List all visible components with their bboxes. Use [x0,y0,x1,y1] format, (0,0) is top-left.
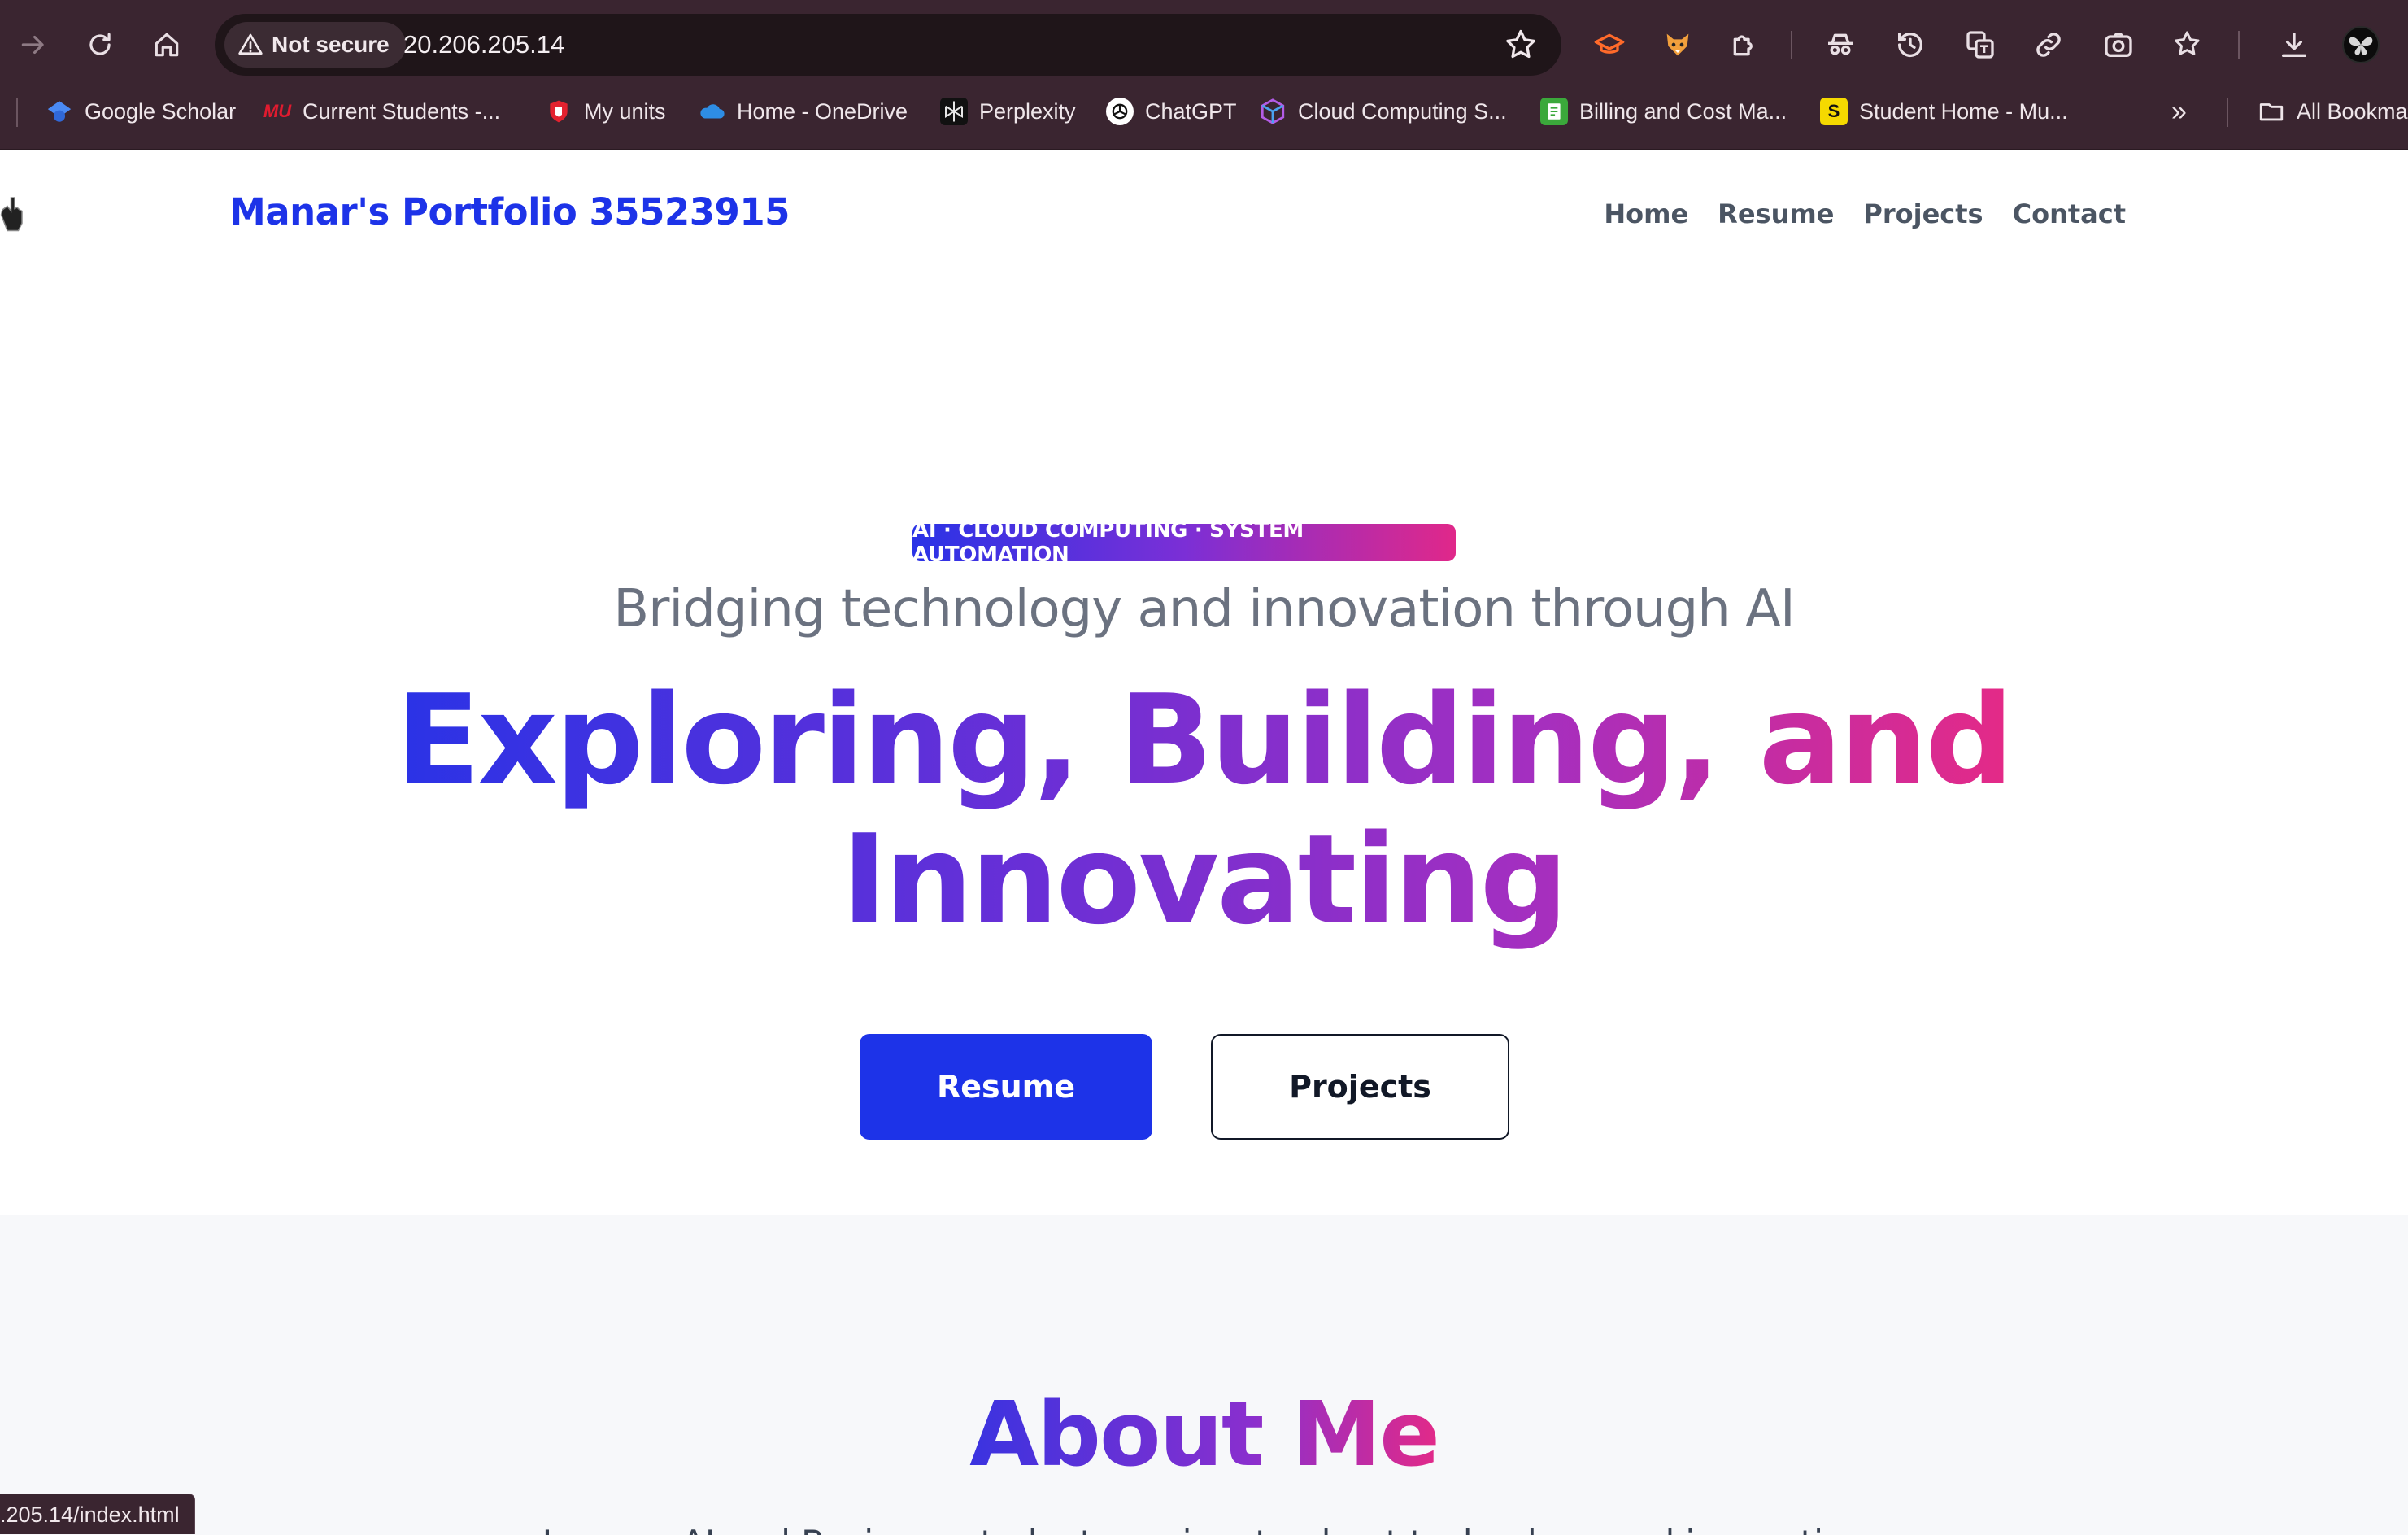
headline-line-1: Exploring, Building, and [395,668,2012,812]
google-scholar-icon [46,98,73,125]
butterfly-icon [2349,37,2373,55]
reload-icon [89,33,111,55]
warning-icon [238,33,263,55]
hero-subtitle: Bridging technology and innovation throu… [613,579,1796,639]
favorites-button[interactable] [2166,23,2210,67]
translate-button[interactable] [1958,23,2002,67]
hero-section: AI · CLOUD COMPUTING · SYSTEM AUTOMATION… [0,280,2408,1215]
more-bookmarks-button[interactable]: » [2171,89,2187,133]
bookmark-star-icon[interactable] [1503,27,1539,63]
resume-button[interactable]: Resume [860,1034,1152,1140]
bookmark-label: Google Scholar [85,98,237,124]
bookmark-billing[interactable]: Billing and Cost Ma... [1540,89,1787,133]
address-bar[interactable]: Not secure 20.206.205.14 [215,14,1561,76]
toolbar-divider [1791,31,1792,59]
download-icon [2282,33,2306,58]
folder-icon [2259,103,2284,121]
browser-toolbar: Not secure 20.206.205.14 [0,0,2408,89]
bookmark-onedrive[interactable]: Home - OneDrive [698,89,908,133]
headline-line-2: Innovating [841,808,1566,952]
screenshot-button[interactable] [2097,23,2140,67]
profile-avatar[interactable] [2342,26,2380,63]
graduation-cap-icon [1594,33,1625,54]
toolbar-divider [2238,31,2240,59]
bookmark-label: ChatGPT [1145,98,1237,124]
bookmark-label: Student Home - Mu... [1859,98,2068,124]
puzzle-icon [1733,35,1753,56]
site-brand[interactable]: Manar's Portfolio 35523915 [229,190,790,233]
bookmarks-bar: Google Scholar MU Current Students -... … [0,89,2408,150]
main-nav: Home Resume Projects Contact [1604,198,2126,229]
extensions-button[interactable] [1722,23,1766,67]
bookmark-label: Home - OneDrive [737,98,908,124]
hero-headline: Exploring, Building, and Innovating [390,670,2017,950]
bookmark-label: My units [584,98,666,124]
bookmark-label: Cloud Computing S... [1298,98,1507,124]
hero-tag-badge: AI · CLOUD COMPUTING · SYSTEM AUTOMATION [912,518,1456,567]
security-label: Not secure [272,32,390,57]
nav-contact[interactable]: Contact [2013,198,2126,229]
bookmark-perplexity[interactable]: Perplexity [940,89,1076,133]
bookmark-my-units[interactable]: My units [545,89,666,133]
onedrive-icon [698,98,725,125]
chatgpt-icon [1106,98,1134,125]
arrow-right-icon [21,35,44,55]
perplexity-icon [940,98,968,125]
incognito-icon [1828,33,1853,55]
about-section: About Me I am an AI and Business student… [0,1215,2408,1535]
incognito-button[interactable] [1818,23,1862,67]
home-icon [155,33,179,57]
bookmark-student-home[interactable]: S Student Home - Mu... [1820,89,2068,133]
projects-button[interactable]: Projects [1211,1034,1509,1140]
link-icon [2036,33,2061,57]
home-button[interactable] [145,23,189,67]
site-header: Manar's Portfolio 35523915 Home Resume P… [0,150,2408,280]
star-list-icon [2175,31,2200,55]
web-page: Manar's Portfolio 35523915 Home Resume P… [0,150,2408,1535]
mu-icon: MU [263,101,292,121]
nav-resume[interactable]: Resume [1718,198,1834,229]
nav-home[interactable]: Home [1604,198,1688,229]
bookmark-chatgpt[interactable]: ChatGPT [1106,89,1237,133]
forward-button[interactable] [11,23,55,67]
fox-extension-icon[interactable] [1656,23,1700,67]
fox-icon [1666,33,1689,56]
status-bar-url: .205.14/index.html [0,1494,195,1534]
copy-link-button[interactable] [2027,23,2071,67]
bookmark-label: Billing and Cost Ma... [1579,98,1787,124]
billing-icon [1540,98,1568,125]
all-bookmarks-button[interactable]: All Bookma [2258,89,2408,133]
about-title-text: About Me [969,1382,1440,1486]
shield-icon [545,98,573,125]
bookmark-cloud-computing[interactable]: Cloud Computing S... [1259,89,1507,133]
url-text[interactable]: 20.206.205.14 [403,14,564,76]
all-bookmarks-label: All Bookma [2297,98,2408,124]
bookmarks-divider [16,98,18,127]
downloads-button[interactable] [2272,23,2316,67]
bookmarks-divider [2227,98,2228,127]
cube-icon [1259,98,1287,125]
history-button[interactable] [1888,23,1932,67]
scholar-extension-icon[interactable] [1587,23,1631,67]
history-icon [1898,33,1922,58]
bookmark-label: Perplexity [979,98,1076,124]
nav-projects[interactable]: Projects [1863,198,1983,229]
translate-icon [1966,31,1994,59]
camera-icon [2105,33,2132,57]
about-title: About Me [0,1382,2408,1486]
security-indicator[interactable]: Not secure [224,22,406,68]
bookmark-current-students[interactable]: MU Current Students -... [263,89,500,133]
reload-button[interactable] [78,23,122,67]
bookmark-google-scholar[interactable]: Google Scholar [46,89,236,133]
about-text: I am an AI and Business student passiona… [0,1523,2408,1535]
bookmark-label: Current Students -... [303,98,501,124]
s-icon: S [1820,98,1848,125]
